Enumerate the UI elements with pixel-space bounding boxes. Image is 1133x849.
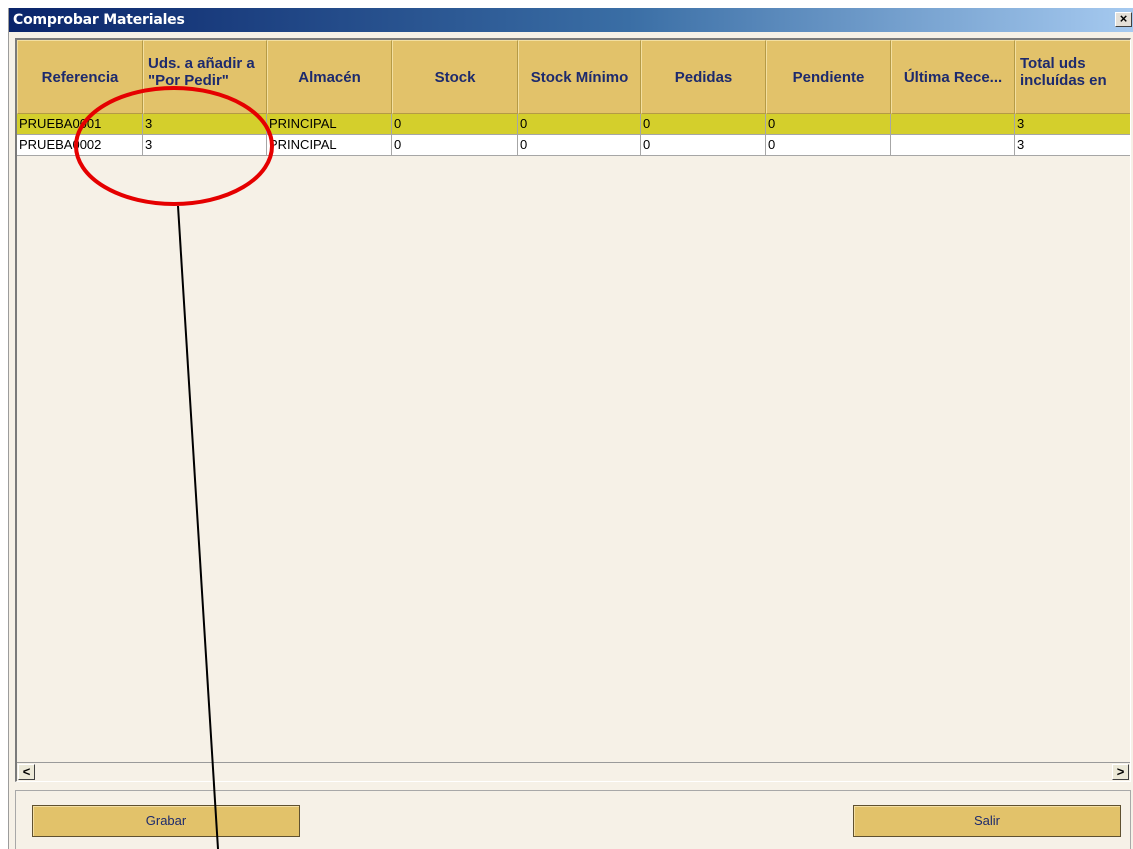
cell-referencia[interactable]: PRUEBA0002 <box>17 135 143 156</box>
cell-stock[interactable]: 0 <box>392 114 518 135</box>
button-bar: Grabar Salir <box>15 790 1131 849</box>
cell-ultima-recepcion[interactable] <box>891 135 1015 156</box>
cell-stock[interactable]: 0 <box>392 135 518 156</box>
cell-total-uds[interactable]: 3 <box>1015 135 1130 156</box>
column-header-stock-minimo[interactable]: Stock Mínimo <box>518 40 641 114</box>
comprobar-materiales-window: Comprobar Materiales × Referencia Uds. a… <box>8 8 1133 849</box>
column-header-almacen[interactable]: Almacén <box>267 40 392 114</box>
title-bar[interactable]: Comprobar Materiales × <box>9 8 1133 32</box>
horizontal-scrollbar[interactable]: < > <box>17 762 1130 781</box>
column-header-pedidas[interactable]: Pedidas <box>641 40 766 114</box>
close-button[interactable]: × <box>1115 12 1132 27</box>
cell-almacen[interactable]: PRINCIPAL <box>267 135 392 156</box>
table-header: Referencia Uds. a añadir a "Por Pedir" A… <box>17 40 1130 114</box>
cell-almacen[interactable]: PRINCIPAL <box>267 114 392 135</box>
scroll-left-arrow-icon[interactable]: < <box>18 764 35 780</box>
cell-pedidas[interactable]: 0 <box>641 135 766 156</box>
column-header-total-uds[interactable]: Total uds incluídas en <box>1015 40 1130 114</box>
window-title: Comprobar Materiales <box>13 12 185 28</box>
materials-grid: Referencia Uds. a añadir a "Por Pedir" A… <box>15 38 1131 782</box>
salir-button[interactable]: Salir <box>853 805 1121 837</box>
cell-total-uds[interactable]: 3 <box>1015 114 1130 135</box>
column-header-ultima-recepcion[interactable]: Última Rece... <box>891 40 1015 114</box>
column-header-pendiente[interactable]: Pendiente <box>766 40 891 114</box>
cell-uds-anadir[interactable]: 3 <box>143 114 267 135</box>
cell-stock-minimo[interactable]: 0 <box>518 135 641 156</box>
cell-pendiente[interactable]: 0 <box>766 135 891 156</box>
table-row[interactable]: PRUEBA0001 3 PRINCIPAL 0 0 0 0 3 <box>17 114 1130 135</box>
cell-uds-anadir[interactable]: 3 <box>143 135 267 156</box>
grabar-button[interactable]: Grabar <box>32 805 300 837</box>
cell-pendiente[interactable]: 0 <box>766 114 891 135</box>
column-header-stock[interactable]: Stock <box>392 40 518 114</box>
cell-ultima-recepcion[interactable] <box>891 114 1015 135</box>
cell-referencia[interactable]: PRUEBA0001 <box>17 114 143 135</box>
table-row[interactable]: PRUEBA0002 3 PRINCIPAL 0 0 0 0 3 <box>17 135 1130 156</box>
cell-pedidas[interactable]: 0 <box>641 114 766 135</box>
column-header-uds-anadir[interactable]: Uds. a añadir a "Por Pedir" <box>143 40 267 114</box>
column-header-referencia[interactable]: Referencia <box>17 40 143 114</box>
cell-stock-minimo[interactable]: 0 <box>518 114 641 135</box>
table-body: PRUEBA0001 3 PRINCIPAL 0 0 0 0 3 PRUEBA0… <box>17 114 1130 156</box>
scroll-right-arrow-icon[interactable]: > <box>1112 764 1129 780</box>
